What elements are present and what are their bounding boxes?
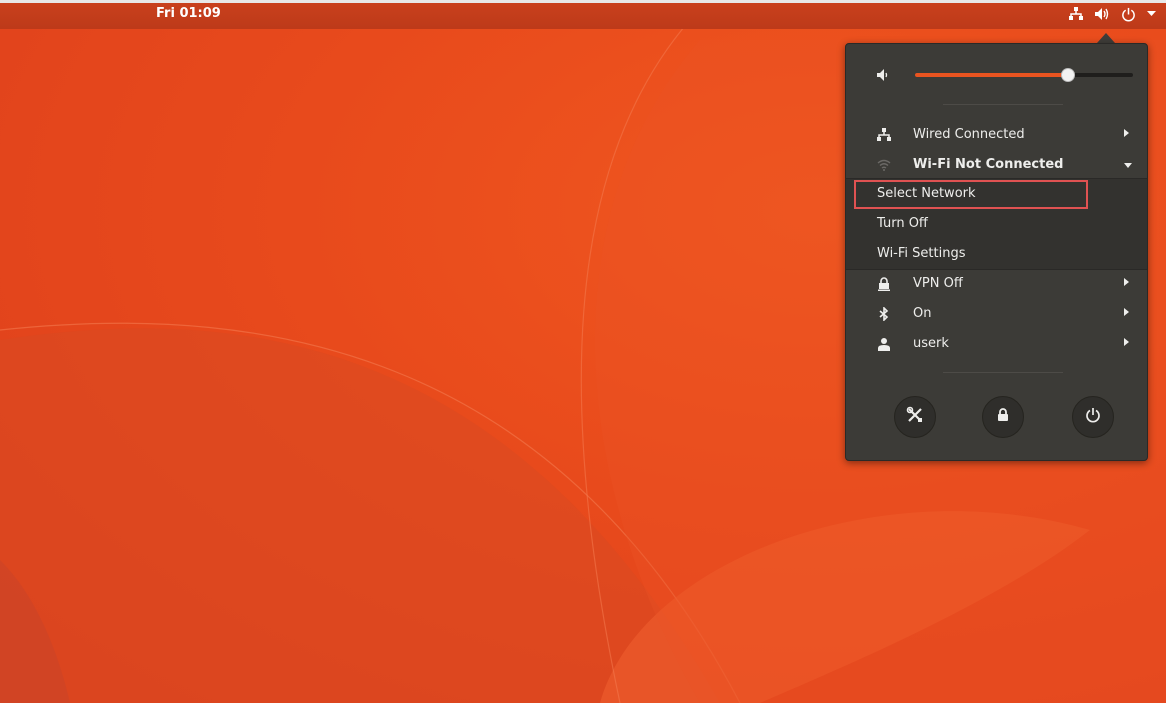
vpn-label: VPN Off	[913, 276, 963, 291]
settings-icon	[906, 406, 924, 428]
volume-slider-fill	[915, 73, 1068, 77]
user-icon	[876, 336, 892, 352]
network-wired-icon[interactable]	[1068, 5, 1084, 23]
wifi-row[interactable]: Wi-Fi Not Connected	[846, 150, 1147, 180]
vpn-row[interactable]: VPN Off	[846, 269, 1147, 299]
wifi-icon	[876, 157, 892, 173]
selection-highlight	[854, 180, 1088, 209]
chevron-down-icon	[1124, 163, 1132, 168]
wifi-label: Wi-Fi Not Connected	[913, 157, 1064, 172]
separator	[943, 104, 1063, 105]
clock[interactable]: Fri 01:09	[156, 6, 221, 21]
network-wired-icon	[876, 127, 892, 143]
power-icon	[1085, 407, 1101, 427]
separator	[943, 372, 1063, 373]
bluetooth-row[interactable]: On	[846, 299, 1147, 329]
chevron-down-icon[interactable]	[1146, 5, 1156, 23]
lock-icon	[997, 408, 1009, 426]
top-bar: Fri 01:09	[0, 0, 1166, 29]
wired-label: Wired Connected	[913, 127, 1025, 142]
turn-off-item[interactable]: Turn Off	[846, 209, 1147, 239]
system-tray[interactable]	[1068, 5, 1156, 23]
system-menu: Wired Connected Wi-Fi Not Connected Sele…	[845, 43, 1148, 461]
user-row[interactable]: userk	[846, 329, 1147, 359]
bluetooth-icon	[876, 306, 892, 322]
power-off-button[interactable]	[1072, 396, 1114, 438]
wired-row[interactable]: Wired Connected	[846, 120, 1147, 150]
wifi-settings-item[interactable]: Wi-Fi Settings	[846, 239, 1147, 269]
settings-button[interactable]	[894, 396, 936, 438]
menu-pointer	[1097, 33, 1115, 43]
wifi-settings-label: Wi-Fi Settings	[877, 246, 966, 261]
user-label: userk	[913, 336, 949, 351]
volume-icon[interactable]	[1094, 5, 1110, 23]
vpn-lock-icon	[876, 276, 892, 292]
chevron-right-icon	[1124, 338, 1129, 346]
chevron-right-icon	[1124, 308, 1129, 316]
power-icon[interactable]	[1120, 5, 1136, 23]
volume-row	[846, 60, 1147, 90]
volume-slider-handle[interactable]	[1060, 68, 1075, 82]
volume-slider[interactable]	[915, 68, 1133, 82]
volume-muted-icon	[876, 67, 892, 83]
chevron-right-icon	[1124, 129, 1129, 137]
lock-button[interactable]	[982, 396, 1024, 438]
chevron-right-icon	[1124, 278, 1129, 286]
turn-off-label: Turn Off	[877, 216, 928, 231]
bluetooth-label: On	[913, 306, 932, 321]
